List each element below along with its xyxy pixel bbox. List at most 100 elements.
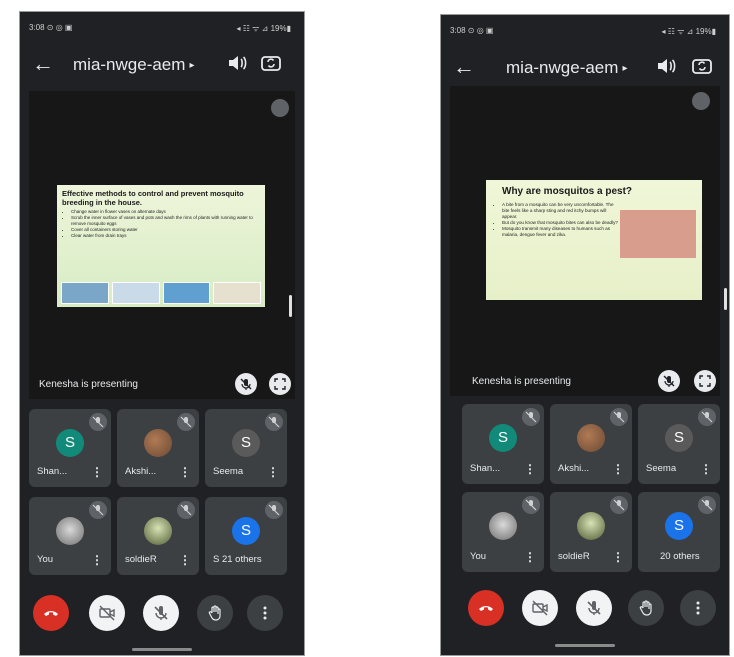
phone-screen-right: 3:08 ⊙ ◎ ▣ ◂ ☷ ᯤ ⊿ 19%▮ ← mia-nwge-aem ▸ … — [440, 14, 730, 656]
participant-tile[interactable]: soldieR ⋮ — [117, 497, 199, 575]
participant-tile-others[interactable]: S 20 others — [638, 492, 720, 572]
end-call-button[interactable] — [33, 595, 69, 631]
more-vertical-icon[interactable]: ⋮ — [700, 462, 712, 476]
mic-off-icon — [89, 413, 107, 431]
slide-title: Effective methods to control and prevent… — [62, 189, 244, 207]
presentation-stage: Why are mosquitos a pest? A bite from a … — [450, 86, 720, 396]
caret-right-icon: ▸ — [189, 60, 195, 72]
meeting-code[interactable]: mia-nwge-aem ▸ — [506, 58, 627, 78]
shared-slide: Why are mosquitos a pest? A bite from a … — [486, 180, 702, 300]
status-indicators: ◂ ☷ ᯤ ⊿ 19%▮ — [236, 24, 292, 33]
call-controls — [440, 590, 730, 630]
slide-title: Why are mosquitos a pest? — [502, 186, 633, 197]
camera-off-button[interactable] — [522, 590, 558, 626]
switch-camera-icon[interactable] — [690, 54, 714, 78]
mic-off-icon — [610, 408, 628, 426]
slide-photo — [61, 282, 109, 304]
participant-tile[interactable]: Akshi... ⋮ — [550, 404, 632, 484]
mic-off-icon — [610, 496, 628, 514]
participant-name: Akshi... — [125, 466, 157, 477]
mic-off-icon — [177, 501, 195, 519]
fullscreen-button[interactable] — [269, 373, 291, 395]
slide-bullet: Mosquito transmit many diseases to human… — [502, 226, 622, 238]
participant-tile[interactable]: You ⋮ — [29, 497, 111, 575]
avatar — [577, 512, 605, 540]
meeting-code[interactable]: mia-nwge-aem ▸ — [73, 55, 194, 75]
mic-off-button[interactable] — [143, 595, 179, 631]
meeting-code-text: mia-nwge-aem — [73, 55, 186, 74]
raise-hand-button[interactable] — [197, 595, 233, 631]
call-controls — [19, 595, 305, 635]
back-arrow-icon[interactable]: ← — [452, 52, 476, 82]
phone-screen-left: 3:08 ⊙ ◎ ▣ ◂ ☷ ᯤ ⊿ 19%▮ ← mia-nwge-aem ▸ … — [19, 11, 305, 656]
participant-name: S 21 others — [213, 554, 262, 565]
participant-tile[interactable]: You ⋮ — [462, 492, 544, 572]
fullscreen-button[interactable] — [694, 370, 716, 392]
more-vertical-icon[interactable]: ⋮ — [179, 465, 191, 479]
participant-tile[interactable]: S Shan... ⋮ — [462, 404, 544, 484]
participant-tile[interactable]: S Seema ⋮ — [205, 409, 287, 487]
more-options-button[interactable] — [680, 590, 716, 626]
status-time: 3:08 ⊙ ◎ ▣ — [29, 23, 73, 32]
presenter-mic-off-button[interactable] — [235, 373, 257, 395]
more-vertical-icon[interactable]: ⋮ — [524, 550, 536, 564]
more-vertical-icon[interactable]: ⋮ — [91, 465, 103, 479]
avatar: S — [489, 424, 517, 452]
end-call-button[interactable] — [468, 590, 504, 626]
participant-name: Akshi... — [558, 463, 590, 474]
participant-tile[interactable]: S Seema ⋮ — [638, 404, 720, 484]
avatar: S — [232, 517, 260, 545]
participant-tile[interactable]: Akshi... ⋮ — [117, 409, 199, 487]
mic-off-icon — [265, 413, 283, 431]
mic-off-icon — [89, 501, 107, 519]
avatar — [144, 429, 172, 457]
avatar — [489, 512, 517, 540]
home-indicator[interactable] — [555, 644, 615, 647]
back-arrow-icon[interactable]: ← — [31, 49, 55, 79]
slide-photo — [111, 282, 160, 304]
avatar: S — [665, 424, 693, 452]
avatar: S — [56, 429, 84, 457]
mic-off-button[interactable] — [576, 590, 612, 626]
scrollbar-thumb[interactable] — [289, 295, 292, 317]
mosquito-photo — [620, 210, 696, 258]
slide-bullets: Change water in flower vases on alternat… — [57, 209, 265, 239]
presenting-label: Kenesha is presenting — [39, 379, 138, 390]
slide-photo — [162, 282, 211, 304]
participant-name: 20 others — [660, 551, 700, 562]
status-indicators: ◂ ☷ ᯤ ⊿ 19%▮ — [661, 27, 717, 36]
switch-camera-icon[interactable] — [259, 51, 283, 75]
more-vertical-icon[interactable]: ⋮ — [612, 550, 624, 564]
more-vertical-icon[interactable]: ⋮ — [179, 553, 191, 567]
slide-photo — [213, 282, 261, 304]
more-vertical-icon[interactable]: ⋮ — [612, 462, 624, 476]
more-vertical-icon[interactable]: ⋮ — [267, 465, 279, 479]
speaker-icon[interactable] — [225, 51, 249, 75]
presenting-label: Kenesha is presenting — [472, 376, 571, 387]
avatar — [144, 517, 172, 545]
participant-name: soldieR — [125, 554, 157, 565]
status-time: 3:08 ⊙ ◎ ▣ — [450, 26, 494, 35]
slide-bullet: A bite from a mosquito can be very uncom… — [502, 202, 622, 220]
scrollbar-thumb[interactable] — [724, 288, 727, 310]
status-bar: 3:08 ⊙ ◎ ▣ ◂ ☷ ᯤ ⊿ 19%▮ — [19, 11, 305, 39]
more-vertical-icon[interactable]: ⋮ — [91, 553, 103, 567]
mic-off-icon — [522, 408, 540, 426]
home-indicator[interactable] — [132, 648, 192, 651]
participant-tile[interactable]: S Shan... ⋮ — [29, 409, 111, 487]
more-vertical-icon[interactable]: ⋮ — [524, 462, 536, 476]
presentation-stage: Effective methods to control and prevent… — [29, 91, 295, 399]
more-options-button[interactable] — [247, 595, 283, 631]
avatar: S — [665, 512, 693, 540]
raise-hand-button[interactable] — [628, 590, 664, 626]
participant-name: Seema — [213, 466, 244, 477]
participant-tile[interactable]: soldieR ⋮ — [550, 492, 632, 572]
slide-bullets: A bite from a mosquito can be very uncom… — [486, 202, 622, 238]
slide-bullet: Clear water from drain trays — [71, 233, 265, 239]
presenter-mic-off-button[interactable] — [658, 370, 680, 392]
camera-off-button[interactable] — [89, 595, 125, 631]
speaker-icon[interactable] — [654, 54, 678, 78]
shared-slide: Effective methods to control and prevent… — [57, 185, 265, 307]
participant-tile-others[interactable]: S S 21 others — [205, 497, 287, 575]
avatar: S — [232, 429, 260, 457]
